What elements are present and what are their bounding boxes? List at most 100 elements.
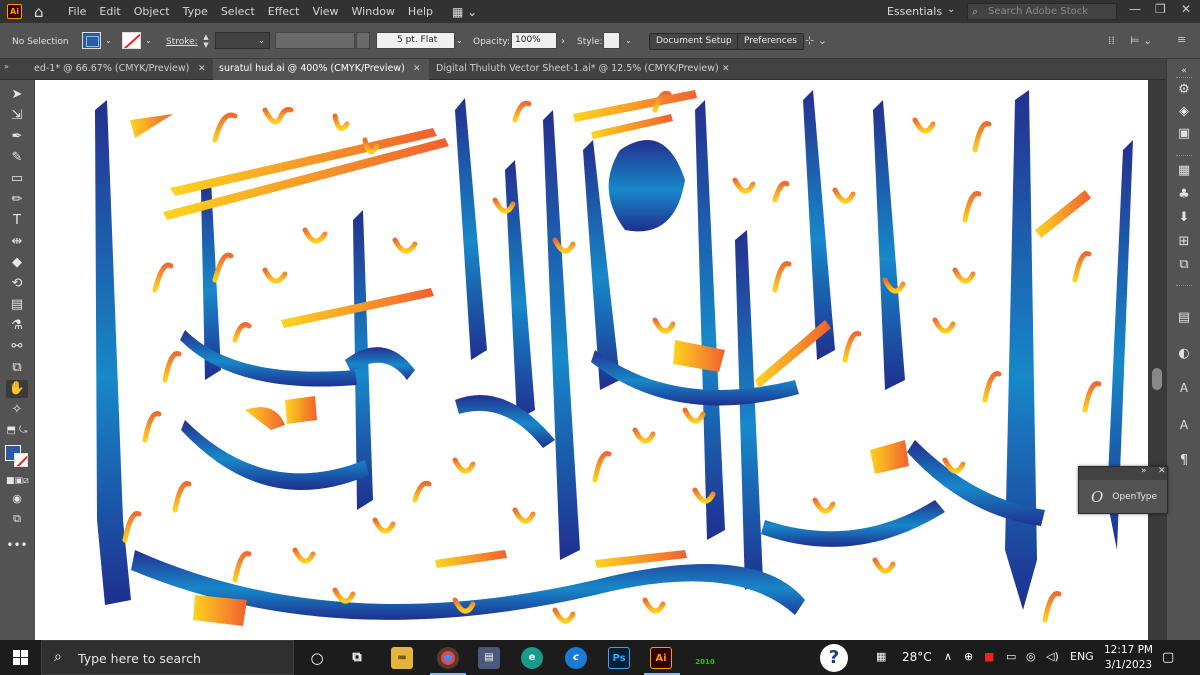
curvature-tool-icon[interactable]: ✎: [6, 149, 28, 167]
profile-dropdown[interactable]: [356, 32, 370, 49]
chevron-down-icon[interactable]: ⌄: [105, 36, 112, 45]
battery-icon[interactable]: ▭: [1006, 650, 1016, 663]
close-icon[interactable]: ✕: [198, 59, 206, 79]
rectangle-tool-icon[interactable]: ▭: [6, 170, 28, 188]
grid-icon[interactable]: ⁞⁞: [1108, 34, 1115, 47]
gradient-tool-icon[interactable]: ▤: [6, 296, 28, 314]
scroll-thumb[interactable]: [1152, 368, 1162, 390]
close-icon[interactable]: ✕: [1158, 466, 1166, 476]
menu-object[interactable]: Object: [134, 5, 170, 18]
color-mode-icons[interactable]: ■▣⧄: [6, 472, 29, 490]
notification-icon[interactable]: ▢: [1162, 650, 1174, 665]
artboard[interactable]: [35, 80, 1166, 640]
character-icon[interactable]: A: [1175, 416, 1193, 434]
variable-width-profile[interactable]: [275, 32, 355, 49]
opacity-field[interactable]: 100%: [511, 32, 557, 49]
tab-thuluth-sheet[interactable]: Digital Thuluth Vector Sheet-1.ai* @ 12.…: [430, 59, 738, 80]
blend-tool-icon[interactable]: ⚯: [6, 338, 28, 356]
pathfinder-icon[interactable]: ⧉: [1175, 256, 1193, 274]
panel-grip[interactable]: [1176, 77, 1192, 80]
file-explorer-icon[interactable]: ▬: [391, 647, 413, 669]
selection-tool-icon[interactable]: ➤: [6, 86, 28, 104]
tab-document-1[interactable]: ed-1* @ 66.67% (CMYK/Preview) ✕: [28, 59, 212, 80]
chevron-down-icon[interactable]: ⌄: [258, 36, 265, 45]
network-icon[interactable]: ◎: [1026, 650, 1036, 663]
weather-icon[interactable]: ▦: [876, 650, 886, 663]
properties-icon[interactable]: ⚙: [1175, 81, 1193, 99]
edge-icon[interactable]: e: [521, 647, 543, 669]
cortana-icon[interactable]: ○: [306, 647, 328, 669]
opacity-label[interactable]: Opacity:: [473, 37, 510, 47]
close-icon[interactable]: ✕: [413, 59, 421, 79]
illustrator-icon[interactable]: Ai: [650, 647, 672, 669]
stroke-weight-stepper-icon[interactable]: ▲ ▼: [200, 33, 212, 49]
edit-toolbar-icon[interactable]: •••: [6, 536, 28, 554]
graphic-style-swatch[interactable]: [603, 32, 620, 49]
direct-selection-tool-icon[interactable]: ⇲: [6, 107, 28, 125]
symbols-icon[interactable]: ♣: [1175, 186, 1193, 204]
collapse-arrows-icon[interactable]: »: [1141, 466, 1147, 476]
chevron-down-icon[interactable]: ⌄: [625, 36, 632, 45]
magic-wand-tool-icon[interactable]: ✧: [6, 401, 28, 419]
stroke-color-swatch[interactable]: [122, 32, 141, 49]
menu-file[interactable]: File: [68, 5, 86, 18]
draw-mode-icon[interactable]: ◉: [6, 490, 28, 508]
workspace-switcher[interactable]: Essentials: [887, 5, 942, 18]
chevron-up-icon[interactable]: ∧: [944, 650, 952, 663]
swap-fill-stroke-icon[interactable]: ⬒ ⤿: [6, 422, 28, 440]
menu-view[interactable]: View: [312, 5, 338, 18]
panel-grip[interactable]: [1176, 155, 1192, 158]
language[interactable]: ENG: [1070, 650, 1094, 663]
chrome-icon[interactable]: [437, 647, 459, 669]
menu-select[interactable]: Select: [221, 5, 255, 18]
panel-menu-icon[interactable]: ≡: [1177, 33, 1186, 46]
collapse-arrows-icon[interactable]: »: [4, 62, 9, 71]
libraries-icon[interactable]: ▣: [1175, 125, 1193, 143]
transform-options-icon[interactable]: ⊹ ⌄: [805, 34, 827, 47]
temperature[interactable]: 28°C: [902, 650, 932, 664]
chevron-down-icon[interactable]: ⌄: [145, 36, 152, 45]
vertical-scrollbar[interactable]: [1148, 80, 1166, 640]
stroke-box[interactable]: [14, 453, 28, 467]
opentype-panel[interactable]: » ✕ O OpenType: [1078, 466, 1168, 514]
clock[interactable]: 12:17 PM 3/1/2023: [1104, 643, 1153, 673]
photoshop-icon[interactable]: Ps: [608, 647, 630, 669]
fill-color-swatch[interactable]: [82, 32, 101, 49]
gradient-panel-icon[interactable]: ▤: [1175, 309, 1193, 327]
windows-start-icon[interactable]: [13, 650, 28, 665]
menu-help[interactable]: Help: [408, 5, 433, 18]
chevron-right-icon[interactable]: ›: [561, 36, 565, 47]
appearance-icon[interactable]: ◐: [1175, 345, 1193, 363]
align-panel-icon[interactable]: ⊞: [1175, 233, 1193, 251]
lasso-tool-icon[interactable]: ⟲: [6, 275, 28, 293]
export-icon[interactable]: ⬇: [1175, 209, 1193, 227]
restore-icon[interactable]: ❐: [1155, 2, 1166, 16]
c-app-icon[interactable]: c: [565, 647, 587, 669]
menu-effect[interactable]: Effect: [268, 5, 300, 18]
minimize-icon[interactable]: —: [1129, 2, 1141, 16]
paragraph-icon[interactable]: ¶: [1175, 452, 1193, 470]
artboard-tool-icon[interactable]: ⧉: [6, 359, 28, 377]
panel-grip[interactable]: [1176, 285, 1192, 288]
opentype-panel-body[interactable]: O OpenType: [1079, 480, 1167, 506]
volume-icon[interactable]: ◁): [1046, 650, 1059, 663]
canvas-area[interactable]: [35, 80, 1166, 640]
taskbar-search[interactable]: ⌕ Type here to search: [41, 640, 294, 675]
help-icon[interactable]: ?: [820, 644, 848, 672]
tab-suratul-hud[interactable]: suratul hud.ai @ 400% (CMYK/Preview) ✕: [213, 59, 429, 80]
brush-definition[interactable]: 5 pt. Flat: [376, 32, 455, 49]
tray-app-icon[interactable]: ⊕: [964, 650, 973, 663]
menu-window[interactable]: Window: [352, 5, 395, 18]
network-app-icon[interactable]: ▤: [478, 647, 500, 669]
align-icon[interactable]: ⊨ ⌄: [1130, 34, 1152, 47]
pencil-tool-icon[interactable]: ✏: [6, 191, 28, 209]
security-icon[interactable]: ■: [984, 650, 994, 663]
hand-tool-icon[interactable]: ✋: [6, 380, 28, 398]
eyedropper-tool-icon[interactable]: ⚗: [6, 317, 28, 335]
arrange-documents-icon[interactable]: ▦ ⌄: [452, 5, 477, 19]
stroke-label[interactable]: Stroke:: [166, 37, 198, 47]
home-icon[interactable]: ⌂: [34, 4, 50, 20]
eraser-tool-icon[interactable]: ◆: [6, 254, 28, 272]
character-styles-icon[interactable]: A: [1175, 379, 1193, 397]
preferences-button[interactable]: Preferences: [737, 33, 804, 50]
